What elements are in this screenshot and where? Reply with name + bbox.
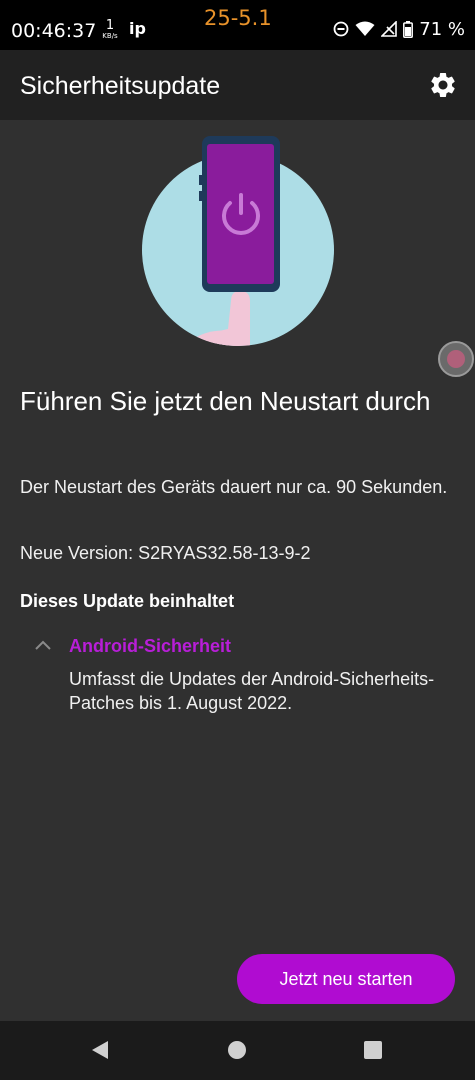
network-speed-value: 1 [105, 18, 115, 33]
back-icon[interactable] [90, 1040, 110, 1060]
status-time: 00:46:37 [11, 20, 97, 42]
signal-icon [381, 21, 398, 37]
status-icons: 71 % [333, 17, 465, 41]
battery-icon [403, 20, 414, 38]
status-center-label: 25-5.1 [204, 6, 272, 30]
network-label: ip [129, 19, 146, 38]
page-title: Sicherheitsupdate [20, 72, 221, 100]
wifi-icon [355, 21, 375, 36]
floating-assistant-handle[interactable] [438, 341, 474, 377]
dnd-icon [333, 21, 349, 37]
recents-icon[interactable] [364, 1041, 382, 1059]
battery-percent: 71 % [419, 18, 465, 40]
headline: Führen Sie jetzt den Neustart durch [20, 386, 431, 416]
includes-heading: Dieses Update beinhaltet [20, 591, 235, 611]
accordion-text: Umfasst die Updates der Android-Sicherhe… [69, 669, 435, 713]
accordion-title-android-security[interactable]: Android-Sicherheit [69, 636, 231, 657]
network-speed: 1 KB/s [99, 19, 121, 40]
network-speed-unit: KB/s [102, 32, 118, 40]
app-bar: Sicherheitsupdate [0, 50, 475, 120]
restart-now-button[interactable]: Jetzt neu starten [237, 954, 455, 1004]
chevron-up-icon[interactable] [34, 638, 52, 652]
restart-phone-illustration [142, 136, 334, 346]
status-bar: 00:46:37 1 KB/s ip 25-5.1 71 % [0, 0, 475, 50]
gear-icon[interactable] [428, 70, 458, 100]
new-version: Neue Version: S2RYAS32.58-13-9-2 [20, 543, 311, 563]
restart-description: Der Neustart des Geräts dauert nur ca. 9… [20, 477, 448, 497]
home-icon[interactable] [228, 1041, 246, 1059]
